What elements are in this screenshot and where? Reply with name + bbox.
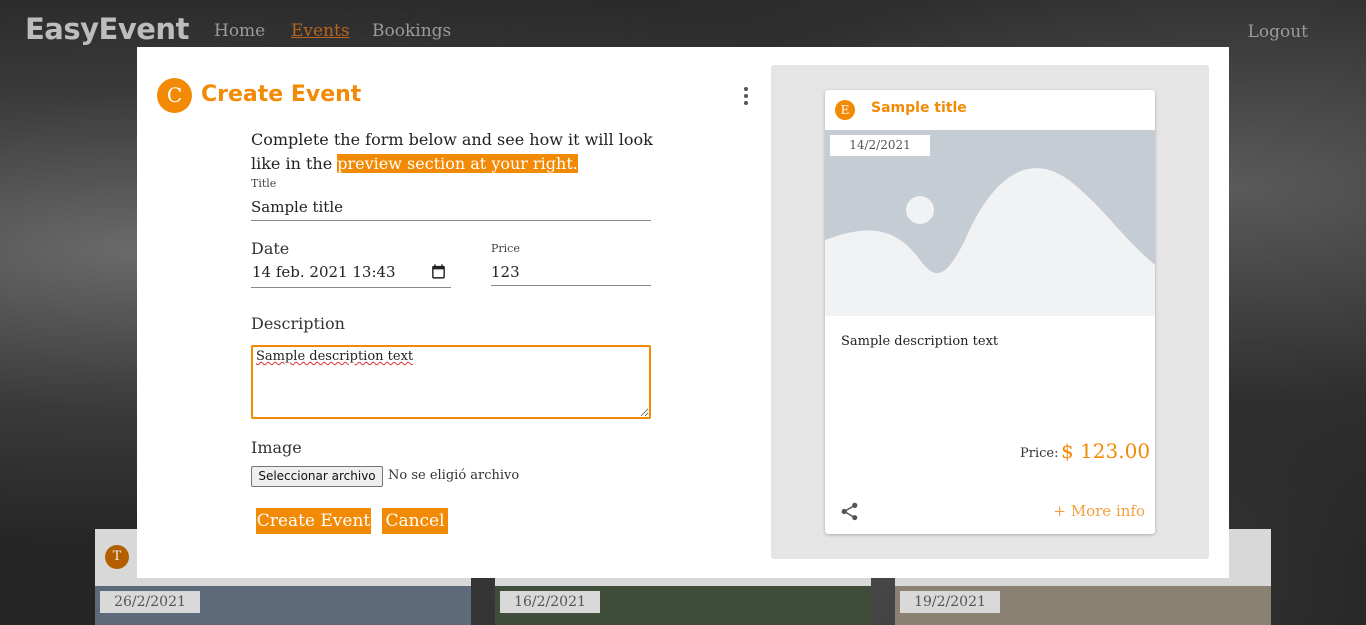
card-price-value: $ 123.00	[1061, 439, 1151, 463]
price-label: Price	[491, 242, 520, 255]
card-title: Sample title	[871, 100, 967, 116]
image-label: Image	[251, 438, 302, 457]
preview-panel: E Sample title 14/2/2021 Sample descript…	[771, 65, 1209, 559]
nav-events[interactable]: Events	[291, 21, 350, 41]
date-label: Date	[251, 239, 290, 258]
cancel-button[interactable]: Cancel	[382, 508, 448, 534]
event-date: 26/2/2021	[100, 591, 200, 613]
title-input[interactable]	[251, 194, 651, 221]
nav-bookings[interactable]: Bookings	[372, 21, 451, 41]
share-icon[interactable]	[839, 501, 860, 522]
modal-avatar: C	[157, 78, 192, 113]
image-placeholder-icon	[825, 130, 1155, 316]
create-event-modal: C Create Event Complete the form below a…	[137, 47, 1229, 578]
more-info-link[interactable]: + More info	[1053, 502, 1145, 520]
intro-text: Complete the form below and see how it w…	[251, 128, 661, 176]
date-input[interactable]: 14 feb. 2021 13:43	[251, 260, 451, 288]
card-date: 14/2/2021	[830, 135, 930, 156]
title-label: Title	[251, 177, 277, 190]
intro-highlight: preview section at your right.	[337, 154, 578, 173]
file-status: No se eligió archivo	[388, 468, 520, 483]
description-textarea[interactable]: Sample description text	[251, 345, 651, 419]
nav-home[interactable]: Home	[214, 21, 265, 41]
create-event-button[interactable]: Create Event	[256, 508, 371, 534]
logout-link[interactable]: Logout	[1248, 22, 1308, 42]
card-price-label: Price:	[1020, 446, 1059, 461]
date-value: 14 feb. 2021 13:43	[252, 263, 396, 281]
card-avatar: E	[835, 100, 855, 120]
kebab-menu-icon[interactable]	[743, 87, 749, 105]
event-date: 19/2/2021	[900, 591, 1000, 613]
preview-event-card: E Sample title 14/2/2021 Sample descript…	[825, 90, 1155, 534]
modal-title: Create Event	[201, 82, 362, 107]
card-avatar: T	[105, 545, 129, 569]
brand-logo[interactable]: EasyEvent	[25, 12, 189, 46]
file-select-button[interactable]: Seleccionar archivo	[251, 466, 383, 487]
event-date: 16/2/2021	[500, 591, 600, 613]
price-input[interactable]	[491, 258, 651, 286]
card-description: Sample description text	[841, 334, 999, 349]
description-label: Description	[251, 314, 345, 333]
calendar-icon[interactable]	[430, 263, 447, 280]
